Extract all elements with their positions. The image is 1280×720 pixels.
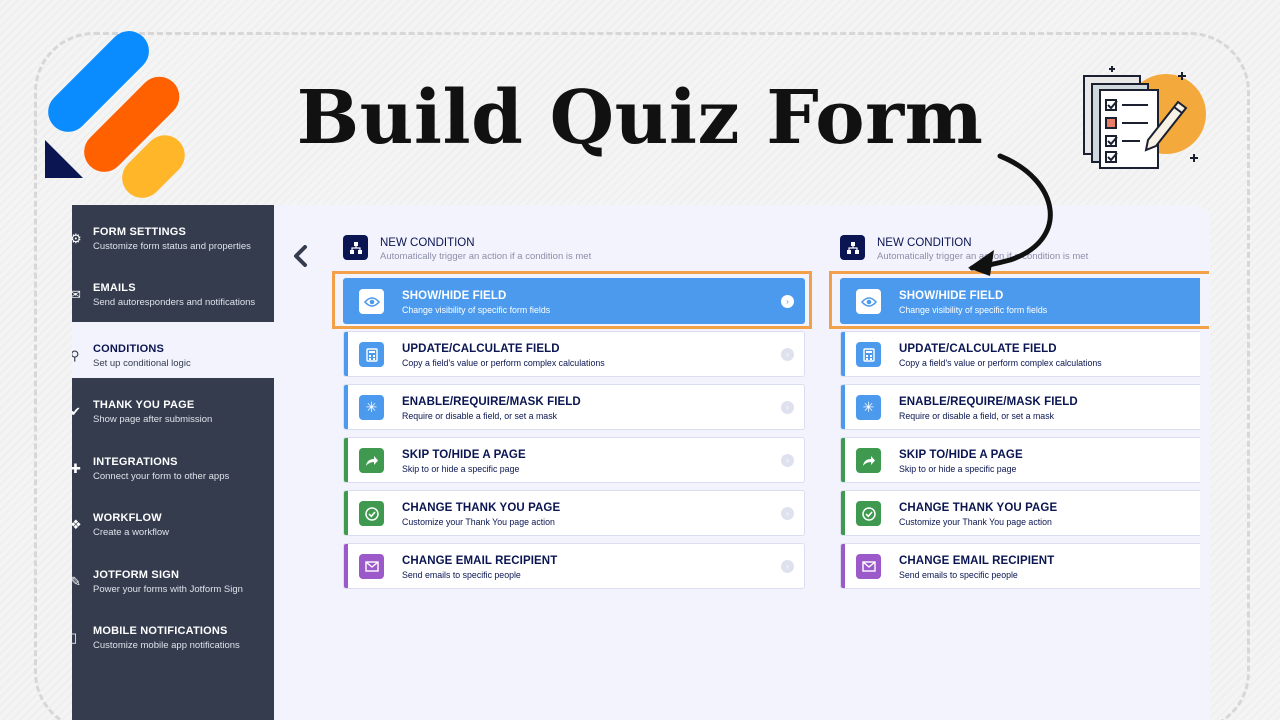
- action-description: Copy a field's value or perform complex …: [402, 358, 605, 368]
- action-change-email-recipient[interactable]: CHANGE EMAIL RECIPIENT Send emails to sp…: [840, 543, 1200, 589]
- calculator-icon: [856, 342, 881, 367]
- action-skip-to-hide-page[interactable]: SKIP TO/HIDE A PAGE Skip to or hide a sp…: [840, 437, 1200, 483]
- sidebar-item-description: Show page after submission: [93, 414, 213, 425]
- sidebar-item-emails[interactable]: ✉ EMAILS Send autoresponders and notific…: [72, 261, 274, 317]
- share-arrow-icon: [856, 448, 881, 473]
- quiz-form-icon: [1083, 66, 1206, 169]
- action-update-calculate-field[interactable]: UPDATE/CALCULATE FIELD Copy a field's va…: [343, 331, 805, 377]
- action-title: CHANGE THANK YOU PAGE: [899, 502, 1058, 514]
- action-title: UPDATE/CALCULATE FIELD: [402, 343, 560, 355]
- sidebar-item-label: MOBILE NOTIFICATIONS: [93, 625, 228, 637]
- mobile-icon: ▯: [72, 630, 78, 645]
- action-description: Customize your Thank You page action: [899, 517, 1052, 527]
- sidebar-item-description: Set up conditional logic: [93, 358, 191, 369]
- chevron-right-icon: ›: [781, 507, 794, 520]
- action-update-calculate-field[interactable]: UPDATE/CALCULATE FIELD Copy a field's va…: [840, 331, 1200, 377]
- hierarchy-icon: ⚲: [72, 348, 80, 363]
- action-title: CHANGE EMAIL RECIPIENT: [402, 555, 558, 567]
- sidebar-item-mobile-notifications[interactable]: ▯ MOBILE NOTIFICATIONS Customize mobile …: [72, 604, 274, 660]
- action-title: SKIP TO/HIDE A PAGE: [899, 449, 1023, 461]
- action-description: Skip to or hide a specific page: [402, 464, 520, 474]
- back-chevron-icon[interactable]: [292, 245, 310, 267]
- new-condition-title: NEW CONDITION: [380, 237, 475, 249]
- puzzle-icon: ✚: [72, 461, 81, 476]
- action-change-thank-you-page[interactable]: CHANGE THANK YOU PAGE Customize your Tha…: [343, 490, 805, 536]
- page-title: Build Quiz Form: [296, 75, 984, 161]
- action-description: Send emails to specific people: [899, 570, 1018, 580]
- workflow-icon: ❖: [72, 517, 82, 532]
- asterisk-icon: ✳: [359, 395, 384, 420]
- check-icon: [856, 501, 881, 526]
- jotform-logo: [39, 22, 194, 207]
- mail-icon: [359, 554, 384, 579]
- pen-icon: ✎: [72, 574, 81, 589]
- sidebar-item-workflow[interactable]: ❖ WORKFLOW Create a workflow: [72, 491, 274, 547]
- share-arrow-icon: [359, 448, 384, 473]
- action-change-thank-you-page[interactable]: CHANGE THANK YOU PAGE Customize your Tha…: [840, 490, 1200, 536]
- sidebar-item-label: FORM SETTINGS: [93, 226, 187, 238]
- action-description: Require or disable a field, or set a mas…: [899, 411, 1054, 421]
- action-title: CHANGE EMAIL RECIPIENT: [899, 555, 1055, 567]
- sidebar-item-label: WORKFLOW: [93, 512, 162, 524]
- sidebar-item-description: Customize mobile app notifications: [93, 640, 240, 651]
- gear-icon: ⚙: [72, 231, 82, 246]
- action-skip-to-hide-page[interactable]: SKIP TO/HIDE A PAGE Skip to or hide a sp…: [343, 437, 805, 483]
- chevron-right-icon: ›: [781, 454, 794, 467]
- sidebar-item-label: EMAILS: [93, 282, 136, 294]
- action-description: Customize your Thank You page action: [402, 517, 555, 527]
- action-enable-require-mask-field[interactable]: ✳ ENABLE/REQUIRE/MASK FIELD Require or d…: [343, 384, 805, 430]
- chevron-right-icon: ›: [781, 401, 794, 414]
- action-title: UPDATE/CALCULATE FIELD: [899, 343, 1057, 355]
- new-condition-header: NEW CONDITION Automatically trigger an a…: [343, 233, 803, 273]
- sidebar-item-description: Create a workflow: [93, 527, 170, 538]
- sidebar-item-jotform-sign[interactable]: ✎ JOTFORM SIGN Power your forms with Jot…: [72, 548, 274, 604]
- action-title: ENABLE/REQUIRE/MASK FIELD: [899, 396, 1078, 408]
- sidebar-item-label: INTEGRATIONS: [93, 456, 178, 468]
- sidebar-item-label: JOTFORM SIGN: [93, 569, 180, 581]
- new-condition-subtitle: Automatically trigger an action if a con…: [380, 251, 592, 262]
- sidebar-item-description: Connect your form to other apps: [93, 471, 230, 482]
- action-description: Send emails to specific people: [402, 570, 521, 580]
- hierarchy-icon: [840, 235, 865, 260]
- mail-icon: [856, 554, 881, 579]
- sidebar-item-integrations[interactable]: ✚ INTEGRATIONS Connect your form to othe…: [72, 435, 274, 491]
- sidebar: ⚙ FORM SETTINGS Customize form status an…: [72, 205, 274, 720]
- action-enable-require-mask-field[interactable]: ✳ ENABLE/REQUIRE/MASK FIELD Require or d…: [840, 384, 1200, 430]
- chevron-right-icon: ›: [781, 348, 794, 361]
- sidebar-item-label: CONDITIONS: [93, 343, 165, 355]
- action-title: CHANGE THANK YOU PAGE: [402, 502, 561, 514]
- chevron-right-icon: ›: [781, 560, 794, 573]
- sidebar-item-form-settings[interactable]: ⚙ FORM SETTINGS Customize form status an…: [72, 205, 274, 261]
- check-icon: [359, 501, 384, 526]
- action-change-email-recipient[interactable]: CHANGE EMAIL RECIPIENT Send emails to sp…: [343, 543, 805, 589]
- highlight-box-left: [332, 271, 812, 329]
- action-description: Require or disable a field, or set a mas…: [402, 411, 557, 421]
- sidebar-item-conditions[interactable]: ⚲ CONDITIONS Set up conditional logic: [72, 322, 274, 378]
- curved-arrow-icon: [968, 153, 1053, 276]
- sidebar-item-label: THANK YOU PAGE: [93, 399, 195, 411]
- calculator-icon: [359, 342, 384, 367]
- sidebar-item-description: Send autoresponders and notifications: [93, 297, 256, 308]
- sidebar-item-thank-you-page[interactable]: ✔ THANK YOU PAGE Show page after submiss…: [72, 378, 274, 434]
- asterisk-icon: ✳: [856, 395, 881, 420]
- action-description: Skip to or hide a specific page: [899, 464, 1017, 474]
- check-circle-icon: ✔: [72, 404, 81, 419]
- action-title: SKIP TO/HIDE A PAGE: [402, 449, 526, 461]
- envelope-icon: ✉: [72, 287, 81, 302]
- hierarchy-icon: [343, 235, 368, 260]
- sidebar-item-description: Power your forms with Jotform Sign: [93, 584, 243, 595]
- action-description: Copy a field's value or perform complex …: [899, 358, 1102, 368]
- action-title: ENABLE/REQUIRE/MASK FIELD: [402, 396, 581, 408]
- sidebar-item-description: Customize form status and properties: [93, 241, 251, 252]
